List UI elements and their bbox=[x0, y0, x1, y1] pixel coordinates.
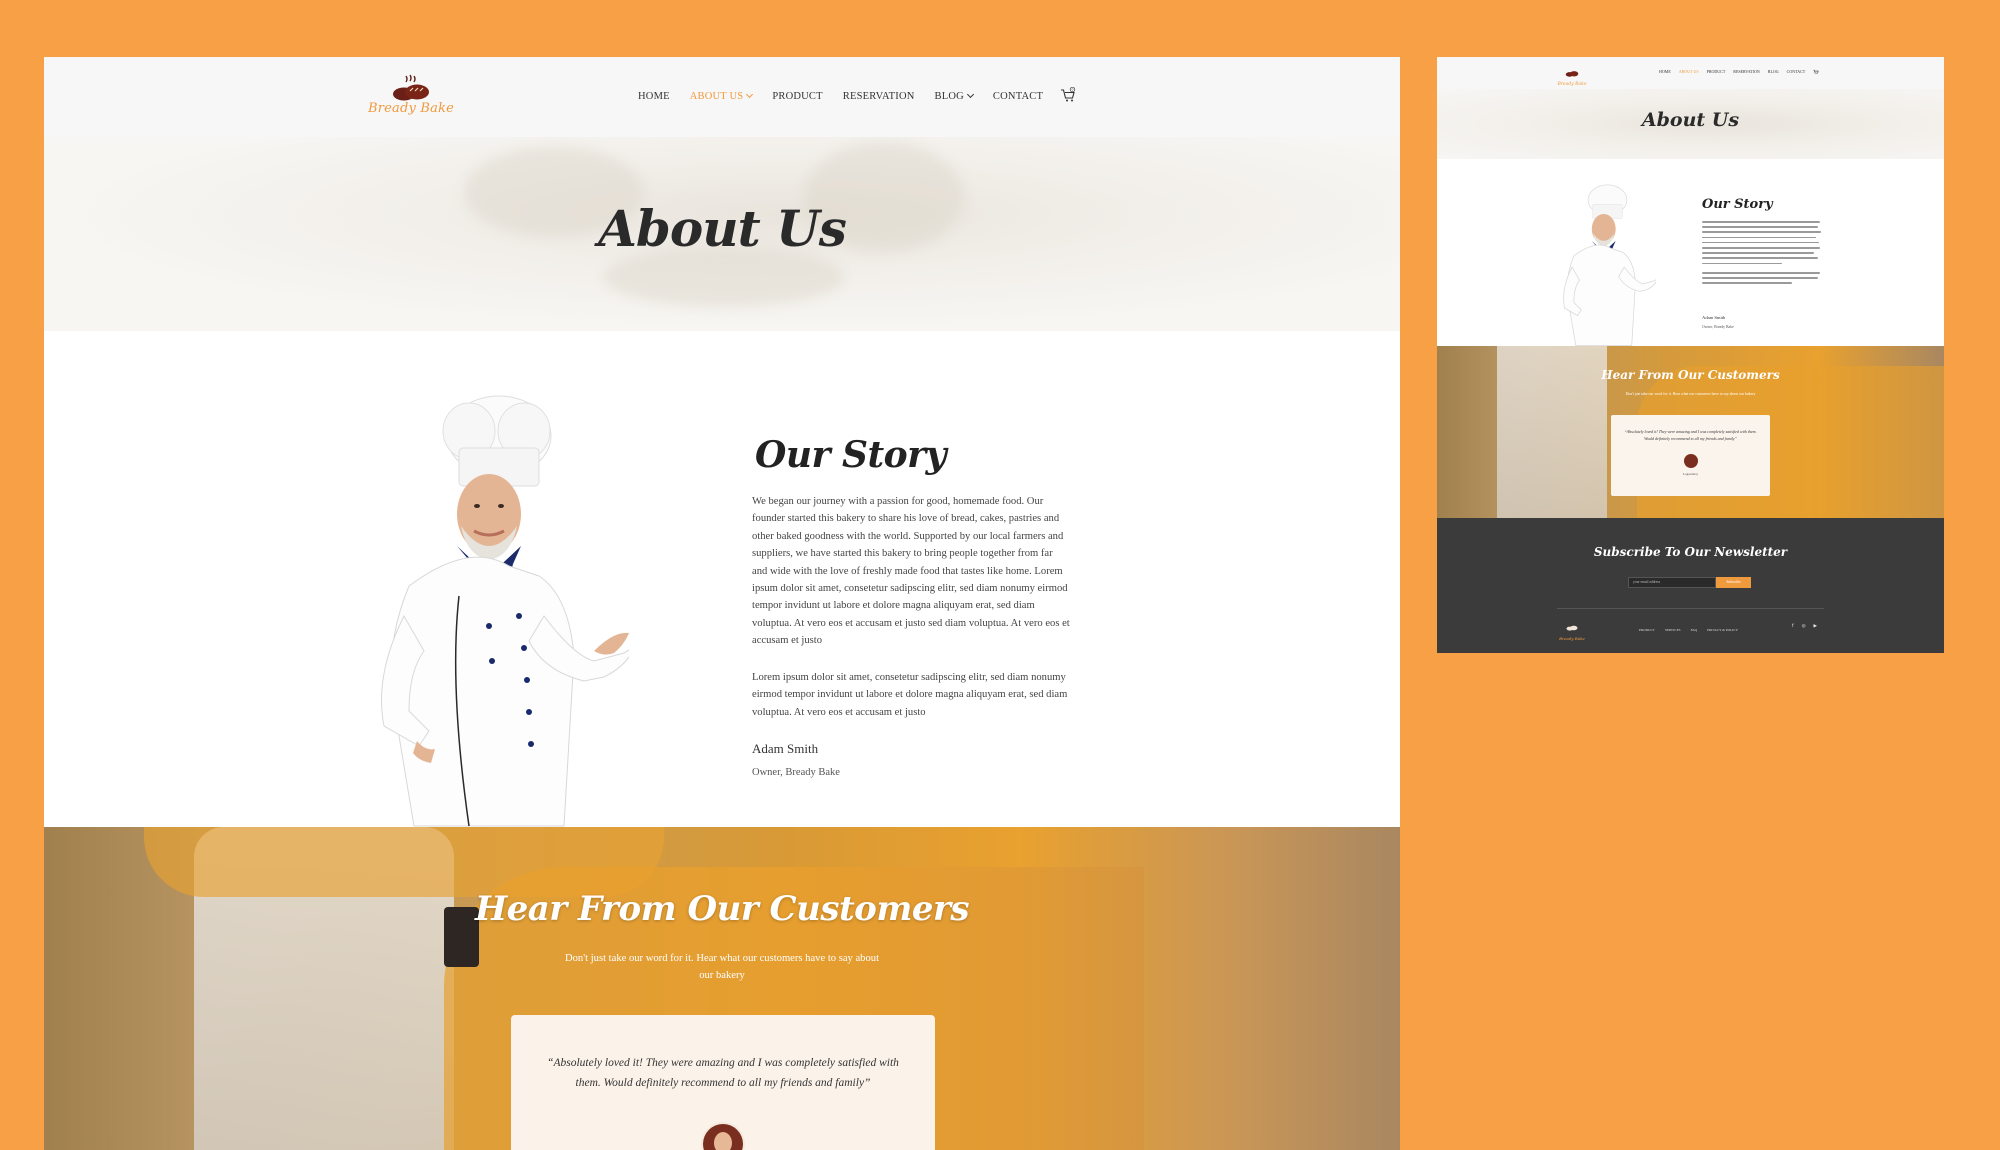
thumb-story-title: Our Story bbox=[1702, 197, 1773, 212]
thumb-navigation: Bready Bake HOME ABOUT US PRODUCT RESERV… bbox=[1437, 57, 1944, 89]
cart-icon bbox=[1813, 69, 1819, 74]
thumb-brand-logo-text: Bready Bake bbox=[1557, 82, 1587, 87]
thumb-nav-item: HOME bbox=[1659, 69, 1671, 74]
thumb-newsletter-footer: Subscribe To Our Newsletter your email a… bbox=[1437, 518, 1944, 653]
story-title: Our Story bbox=[755, 434, 947, 476]
author-role: Owner, Bready Bake bbox=[752, 767, 840, 778]
chevron-down-icon bbox=[966, 90, 974, 99]
brand-logo[interactable]: Bready Bake bbox=[366, 73, 456, 125]
thumb-chef-image bbox=[1544, 181, 1659, 346]
thumb-testimonial-card: “Absolutely loved it! They were amazing … bbox=[1611, 415, 1770, 496]
thumb-testimonials-section: Hear From Our Customers Don't just take … bbox=[1437, 346, 1944, 518]
author-name: Adam Smith bbox=[752, 741, 819, 756]
thumb-story-section: Our Story Adam Smith Owner, Bready Bake bbox=[1437, 159, 1944, 346]
footer-link[interactable]: SERVICES bbox=[1665, 628, 1681, 632]
thumb-hero: About Us bbox=[1437, 89, 1944, 159]
testimonials-title: Hear From Our Customers bbox=[474, 889, 970, 929]
testimonials-subtitle: Don't just take our word for it. Hear wh… bbox=[564, 953, 880, 981]
subscribe-button[interactable]: Subscribe bbox=[1716, 577, 1751, 588]
nav-item-label: ABOUT US bbox=[689, 91, 744, 102]
thumb-customer-name: Logan Roy bbox=[1682, 472, 1699, 476]
brand-logo-text: Bready Bake bbox=[367, 101, 455, 116]
footer-link[interactable]: PRIVACY & POLICY bbox=[1707, 628, 1738, 632]
nav-item-blog[interactable]: BLOG bbox=[934, 90, 974, 102]
newsletter-email-input[interactable]: your email address bbox=[1628, 577, 1716, 588]
testimonials-section: Hear From Our Customers Don't just take … bbox=[44, 827, 1400, 1150]
chevron-down-icon bbox=[746, 90, 754, 99]
thumb-nav-item: ABOUT US bbox=[1678, 69, 1699, 74]
story-paragraph: Lorem ipsum dolor sit amet, consetetur s… bbox=[752, 672, 1068, 718]
nav-item-label: PRODUCT bbox=[772, 91, 823, 102]
cart-button[interactable]: 0 bbox=[1060, 86, 1076, 103]
thumb-nav-item: PRODUCT bbox=[1706, 69, 1726, 74]
story-paragraph: We began our journey with a passion for … bbox=[752, 496, 1070, 647]
thumb-author-role: Owner, Bready Bake bbox=[1702, 325, 1734, 329]
page-hero: About Us bbox=[44, 137, 1400, 331]
bread-logo-icon bbox=[393, 74, 429, 101]
nav-item-product[interactable]: PRODUCT bbox=[772, 91, 822, 102]
nav-item-reservation[interactable]: RESERVATION bbox=[843, 91, 915, 102]
thumb-story-text bbox=[1702, 221, 1822, 288]
footer-divider bbox=[1557, 608, 1824, 609]
thumb-testimonials-subtitle: Don't just take our word for it. Hear wh… bbox=[1625, 392, 1756, 396]
footer-link[interactable]: PRODUCT bbox=[1639, 628, 1655, 632]
instagram-icon[interactable]: ◎ bbox=[1802, 624, 1806, 629]
customer-avatar bbox=[701, 1122, 745, 1150]
thumb-testimonials-title: Hear From Our Customers bbox=[1601, 368, 1780, 382]
thumb-brand-logo: Bready Bake bbox=[1557, 64, 1587, 87]
thumb-author-name: Adam Smith bbox=[1702, 315, 1726, 320]
nav-item-about-us[interactable]: ABOUT US bbox=[689, 90, 754, 102]
page-title: About Us bbox=[598, 199, 847, 258]
testimonial-quote: “Absolutely loved it! They were amazing … bbox=[547, 1057, 899, 1089]
thumb-nav-item: CONTACT bbox=[1786, 69, 1806, 74]
thumb-menu: HOME ABOUT US PRODUCT RESERVATION BLOG C… bbox=[1659, 69, 1819, 75]
nav-item-contact[interactable]: CONTACT bbox=[993, 91, 1043, 102]
nav-item-label: RESERVATION bbox=[842, 91, 915, 102]
youtube-icon[interactable]: ▶ bbox=[1814, 624, 1817, 629]
our-story-section: Our Story We began our journey with a pa… bbox=[44, 331, 1400, 827]
cart-count: 0 bbox=[1071, 88, 1073, 92]
nav-item-home[interactable]: HOME bbox=[638, 91, 670, 102]
testimonial-card: “Absolutely loved it! They were amazing … bbox=[511, 1015, 935, 1150]
facebook-icon[interactable]: f bbox=[1792, 624, 1794, 629]
desktop-page-preview: Bready Bake HOME ABOUT US PRODUCT RESERV… bbox=[44, 57, 1400, 1150]
footer-links: PRODUCT SERVICES FAQ PRIVACY & POLICY bbox=[1639, 628, 1748, 632]
main-menu: HOME ABOUT US PRODUCT RESERVATION BLOG C… bbox=[638, 90, 1063, 102]
footer-brand-logo-text: Bready Bake bbox=[1559, 636, 1585, 641]
footer-brand-logo: Bready Bake bbox=[1557, 618, 1587, 641]
newsletter-title: Subscribe To Our Newsletter bbox=[1593, 545, 1788, 559]
bread-logo-icon bbox=[1566, 625, 1578, 631]
cart-icon: 0 bbox=[1061, 86, 1076, 102]
thumb-testimonial-quote: “Absolutely loved it! They were amazing … bbox=[1624, 429, 1757, 441]
bread-logo-icon bbox=[1565, 71, 1579, 77]
thumb-page-title: About Us bbox=[1641, 109, 1740, 131]
nav-item-label: CONTACT bbox=[992, 91, 1044, 102]
chef-image bbox=[329, 386, 635, 827]
full-page-thumbnail: Bready Bake HOME ABOUT US PRODUCT RESERV… bbox=[1437, 57, 1944, 653]
thumb-customer-avatar bbox=[1684, 454, 1698, 468]
top-navigation: Bready Bake HOME ABOUT US PRODUCT RESERV… bbox=[44, 57, 1400, 137]
nav-item-label: BLOG bbox=[934, 91, 964, 102]
thumb-nav-item: RESERVATION bbox=[1733, 69, 1760, 74]
footer-social-icons: f ◎ ▶ bbox=[1792, 624, 1817, 629]
nav-item-label: HOME bbox=[638, 91, 670, 102]
thumb-nav-item: BLOG bbox=[1767, 69, 1779, 74]
footer-link[interactable]: FAQ bbox=[1691, 628, 1698, 632]
